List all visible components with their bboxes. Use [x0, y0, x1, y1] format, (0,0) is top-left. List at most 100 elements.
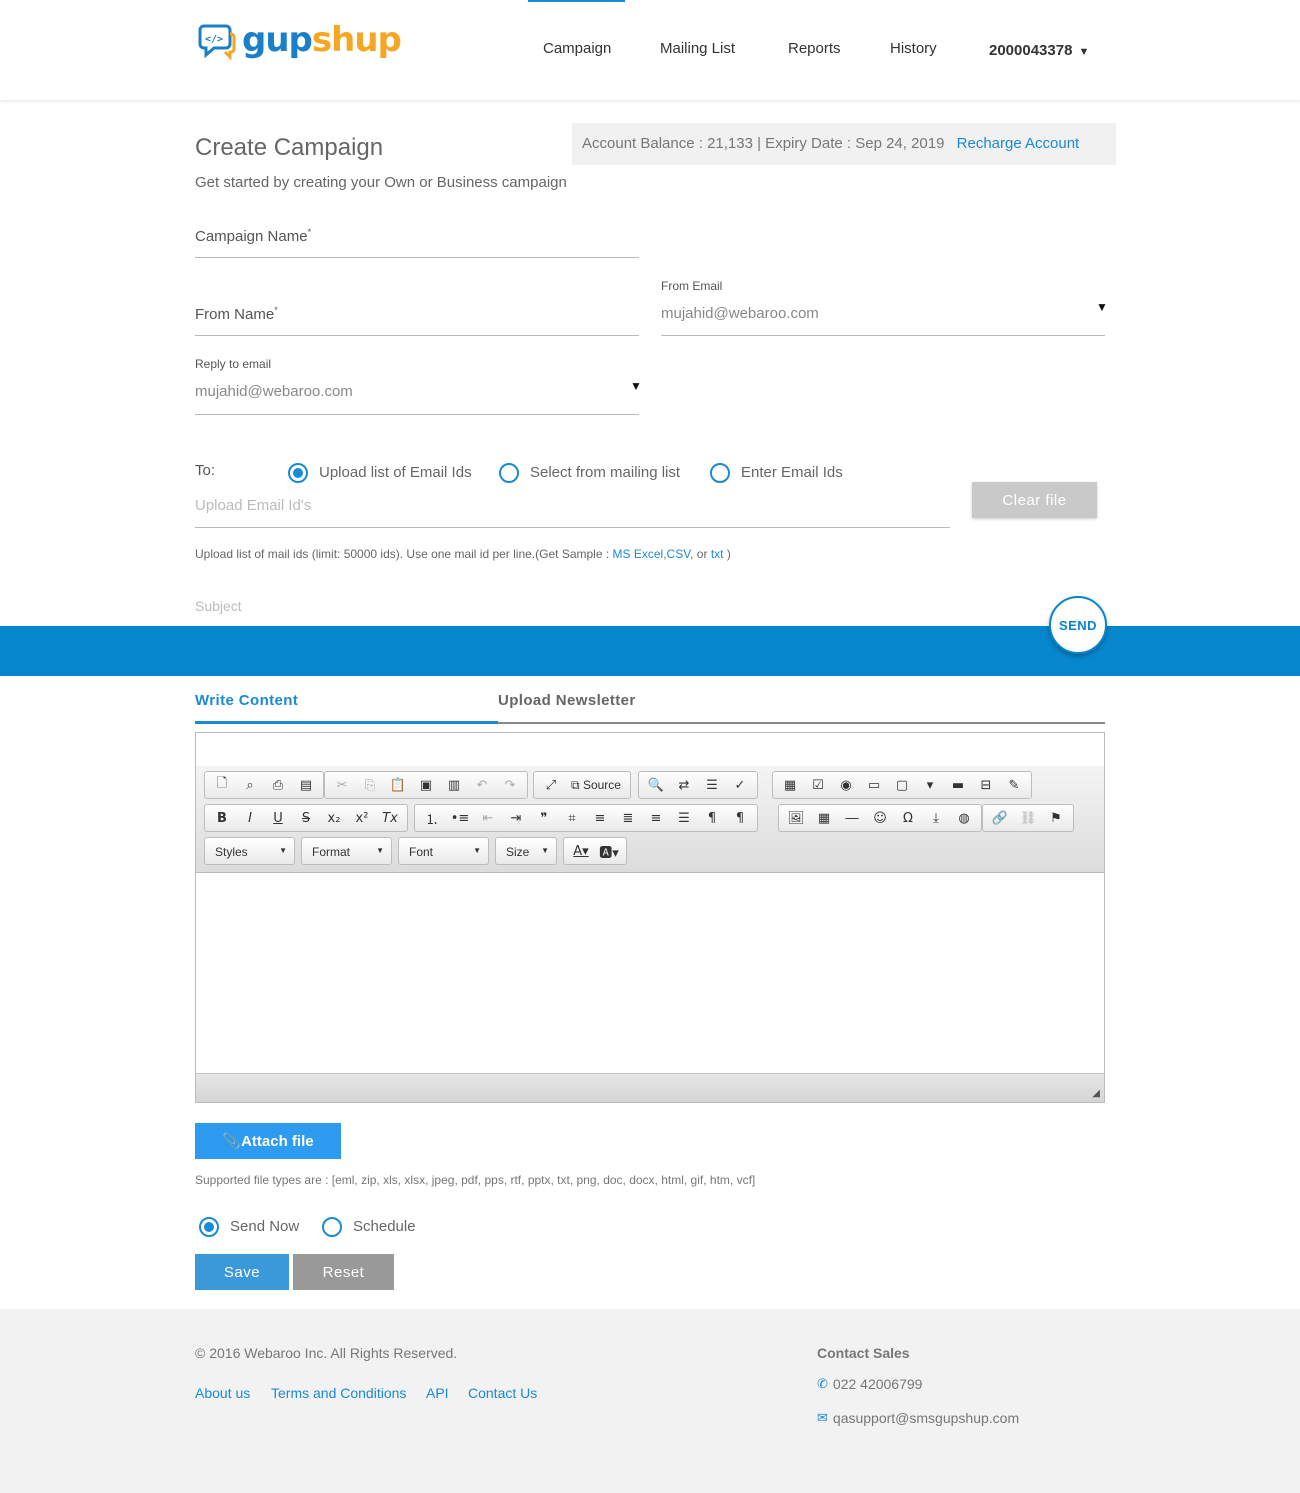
- gupshup-logo[interactable]: </> gupshup: [196, 20, 402, 60]
- styles-dropdown[interactable]: Styles ▼: [204, 837, 295, 865]
- superscript-icon[interactable]: x²: [348, 806, 376, 830]
- button-icon[interactable]: ▬: [944, 773, 972, 797]
- sample-ms-excel-link[interactable]: MS Excel: [613, 547, 664, 561]
- contact-email[interactable]: ✉ qasupport@smsgupshup.com: [817, 1410, 1019, 1426]
- text-color-icon[interactable]: A▾: [567, 839, 595, 863]
- textarea-icon[interactable]: ▢: [888, 773, 916, 797]
- subscript-icon[interactable]: x₂: [320, 806, 348, 830]
- page-break-icon[interactable]: ⤓: [922, 806, 950, 830]
- select-all-icon[interactable]: ☰: [698, 773, 726, 797]
- bold-icon[interactable]: B: [208, 806, 236, 830]
- copy-icon[interactable]: ⎘: [356, 773, 384, 797]
- maximize-icon[interactable]: ⤢: [537, 773, 565, 797]
- footer-terms-link[interactable]: Terms and Conditions: [271, 1385, 406, 1401]
- format-dropdown[interactable]: Format ▼: [301, 837, 392, 865]
- font-dropdown[interactable]: Font ▼: [398, 837, 489, 865]
- align-left-icon[interactable]: ≡: [586, 806, 614, 830]
- undo-icon[interactable]: ↶: [468, 773, 496, 797]
- radio-send-now[interactable]: [199, 1217, 219, 1237]
- bulleted-list-icon[interactable]: •≡: [446, 806, 474, 830]
- nav-mailing-list[interactable]: Mailing List: [660, 40, 735, 57]
- numbered-list-icon[interactable]: ⒈: [418, 806, 446, 830]
- nav-reports[interactable]: Reports: [788, 40, 841, 57]
- reply-to-select[interactable]: [195, 368, 639, 415]
- tab-write-content[interactable]: Write Content: [195, 692, 298, 709]
- send-button[interactable]: SEND: [1049, 596, 1107, 654]
- horizontal-line-icon[interactable]: ―: [838, 806, 866, 830]
- editor-content-area[interactable]: [196, 873, 1104, 1073]
- recharge-account-link[interactable]: Recharge Account: [957, 135, 1080, 152]
- special-char-icon[interactable]: Ω: [894, 806, 922, 830]
- image-button-icon[interactable]: ⊟: [972, 773, 1000, 797]
- radio-button-icon[interactable]: ◉: [832, 773, 860, 797]
- campaign-name-input[interactable]: [195, 210, 639, 258]
- background-color-icon[interactable]: 🅰▾: [595, 839, 623, 863]
- footer-api-link[interactable]: API: [426, 1385, 449, 1401]
- nav-campaign[interactable]: Campaign: [543, 40, 611, 57]
- footer-contact-link[interactable]: Contact Us: [468, 1385, 537, 1401]
- upload-email-input[interactable]: [195, 488, 950, 528]
- iframe-icon[interactable]: ◍: [950, 806, 978, 830]
- align-center-icon[interactable]: ≣: [614, 806, 642, 830]
- to-label: To:: [195, 462, 216, 479]
- smiley-icon[interactable]: ☺: [866, 806, 894, 830]
- image-icon[interactable]: 🖼: [782, 806, 810, 830]
- sample-csv-link[interactable]: CSV: [667, 547, 691, 561]
- reset-button[interactable]: Reset: [293, 1254, 394, 1290]
- paste-icon[interactable]: 📋: [384, 773, 412, 797]
- align-right-icon[interactable]: ≡: [642, 806, 670, 830]
- text-ltr-icon[interactable]: ¶: [698, 806, 726, 830]
- underline-icon[interactable]: U: [264, 806, 292, 830]
- print-icon[interactable]: ⎙: [264, 773, 292, 797]
- resize-handle-icon[interactable]: ◢: [1092, 1088, 1100, 1099]
- preview-icon[interactable]: ⌕: [236, 773, 264, 797]
- from-name-input[interactable]: [195, 290, 639, 336]
- subject-input[interactable]: Subject: [195, 598, 242, 614]
- templates-icon[interactable]: ▤: [292, 773, 320, 797]
- table-icon[interactable]: ▦: [810, 806, 838, 830]
- div-container-icon[interactable]: ⌗: [558, 806, 586, 830]
- redo-icon[interactable]: ↷: [496, 773, 524, 797]
- footer-about-link[interactable]: About us: [195, 1385, 250, 1401]
- remove-format-icon[interactable]: Tx: [376, 806, 404, 830]
- toolbar-group-source: ⤢ ⧉ Source: [533, 771, 631, 799]
- size-dropdown[interactable]: Size ▼: [495, 837, 557, 865]
- save-button[interactable]: Save: [195, 1254, 289, 1290]
- form-icon[interactable]: ▦: [776, 773, 804, 797]
- radio-send-now-label: Send Now: [230, 1218, 300, 1235]
- find-icon[interactable]: 🔍: [642, 773, 670, 797]
- radio-upload-list[interactable]: [288, 463, 308, 483]
- checkbox-icon[interactable]: ☑: [804, 773, 832, 797]
- cut-icon[interactable]: ✂: [328, 773, 356, 797]
- link-icon[interactable]: 🔗: [986, 806, 1014, 830]
- anchor-flag-icon[interactable]: ⚑: [1042, 806, 1070, 830]
- text-rtl-icon[interactable]: ¶: [726, 806, 754, 830]
- sample-txt-link[interactable]: txt: [711, 547, 724, 561]
- outdent-icon[interactable]: ⇤: [474, 806, 502, 830]
- strikethrough-icon[interactable]: S: [292, 806, 320, 830]
- paste-text-icon[interactable]: ▣: [412, 773, 440, 797]
- italic-icon[interactable]: I: [236, 806, 264, 830]
- tab-upload-newsletter[interactable]: Upload Newsletter: [498, 692, 636, 709]
- blockquote-icon[interactable]: ❞: [530, 806, 558, 830]
- hidden-field-icon[interactable]: ✎: [1000, 773, 1028, 797]
- nav-history[interactable]: History: [890, 40, 937, 57]
- account-dropdown[interactable]: 2000043378 ▼: [989, 42, 1089, 59]
- justify-icon[interactable]: ☰: [670, 806, 698, 830]
- unlink-icon[interactable]: ⛓: [1014, 806, 1042, 830]
- indent-icon[interactable]: ⇥: [502, 806, 530, 830]
- select-field-icon[interactable]: ▾: [916, 773, 944, 797]
- radio-enter-email-ids[interactable]: [710, 463, 730, 483]
- caret-down-icon: ▼: [376, 846, 384, 855]
- new-page-icon[interactable]: 🗋: [208, 773, 236, 797]
- spellcheck-icon[interactable]: ✓: [726, 773, 754, 797]
- clear-file-button[interactable]: Clear file: [972, 482, 1097, 518]
- text-field-icon[interactable]: ▭: [860, 773, 888, 797]
- attach-file-button[interactable]: 📎Attach file: [195, 1123, 341, 1159]
- from-email-select[interactable]: [661, 290, 1105, 336]
- paste-word-icon[interactable]: ▥: [440, 773, 468, 797]
- radio-select-mailing-list[interactable]: [499, 463, 519, 483]
- radio-schedule[interactable]: [322, 1217, 342, 1237]
- source-button[interactable]: ⧉ Source: [565, 773, 627, 797]
- replace-icon[interactable]: ⇄: [670, 773, 698, 797]
